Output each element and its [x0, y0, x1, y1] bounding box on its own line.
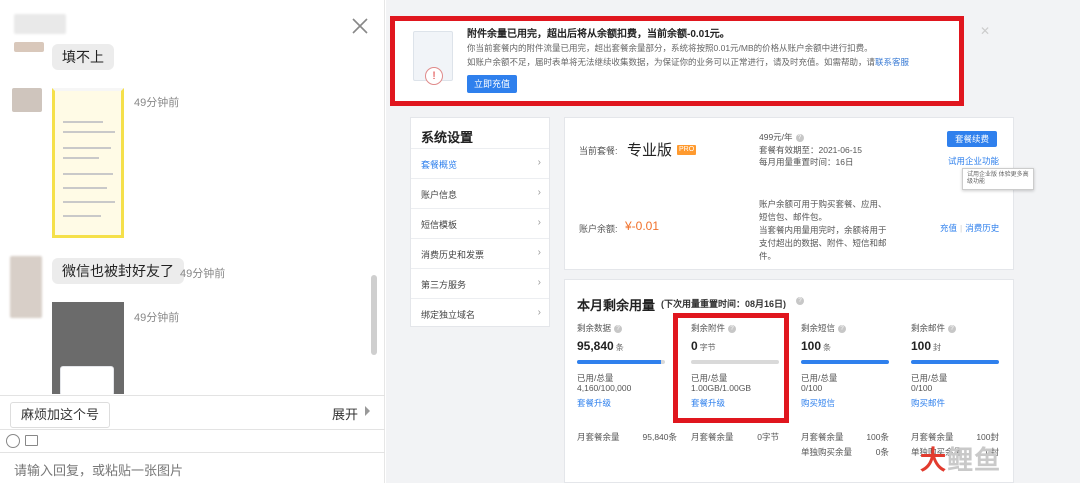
expand-button[interactable]: 展开 — [332, 404, 358, 423]
attachment-quota-notice: ! 附件余量已用完，超出后将从余额扣费，当前余额-0.01元。 你当前套餐内的附… — [390, 16, 964, 106]
notice-text: 如账户余额不足，届时表单将无法继续收集数据，为保证你的业务可以正常进行，请及时充… — [467, 56, 909, 68]
help-icon[interactable]: ? — [796, 297, 804, 305]
plan-card: 当前套餐: 专业版 PRO 499元/年? 套餐有效期至：2021-06-15 … — [564, 117, 1014, 270]
chevron-right-icon: › — [537, 307, 541, 318]
billing-history-link[interactable]: 消费历史 — [965, 223, 999, 233]
chat-image-thumbnail[interactable] — [52, 88, 124, 238]
balance-label: 账户余额: — [579, 224, 618, 234]
menu-title: 系统设置 — [421, 130, 474, 145]
chevron-right-icon: › — [537, 247, 541, 258]
contact-name-blurred — [14, 14, 66, 34]
pro-badge: PRO — [677, 145, 697, 155]
trial-tooltip: 试用企业版 体验更多高级功能 — [962, 168, 1034, 190]
close-icon[interactable]: ✕ — [980, 24, 990, 38]
menu-item-domain[interactable]: 绑定独立域名 › — [411, 298, 549, 328]
emoji-icon[interactable] — [6, 434, 20, 448]
balance-description: 账户余额可用于购买套餐、应用、 短信包、邮件包。 当套餐内用量用完时，余额将用于 支付… — [759, 199, 887, 261]
chat-bubble: 微信也被封好友了 — [52, 258, 184, 284]
metric-label: 剩余短信? — [801, 322, 847, 334]
scrollbar[interactable] — [371, 275, 377, 355]
avatar — [10, 256, 42, 318]
plan-reset: 每月用量重置时间：16日 — [759, 157, 854, 167]
chevron-right-icon: › — [537, 277, 541, 288]
message-time: 49分钟前 — [180, 268, 226, 280]
usage-title: 本月剩余用量 — [577, 298, 656, 313]
recharge-now-button[interactable]: 立即充值 — [467, 75, 518, 93]
contact-support-link[interactable]: 联系客服 — [875, 57, 909, 67]
message-time: 49分钟前 — [134, 97, 180, 109]
metric-value: 95,840 条 — [577, 339, 624, 353]
divider — [0, 395, 385, 396]
metric-value: 100 条 — [801, 339, 832, 353]
plan-label: 当前套餐: — [579, 146, 618, 156]
notice-title: 附件余量已用完，超出后将从余额扣费，当前余额-0.01元。 — [467, 29, 730, 40]
upgrade-plan-link[interactable]: 套餐升级 — [577, 397, 611, 409]
avatar — [14, 42, 44, 52]
trial-enterprise-link[interactable]: 试用企业功能 — [948, 155, 999, 167]
plan-expiry: 套餐有效期至：2021-06-15 — [759, 145, 862, 155]
menu-item-billing-history[interactable]: 消费历史和发票 › — [411, 238, 549, 268]
watermark-logo: 大鲤鱼 — [920, 445, 1002, 475]
image-icon[interactable] — [25, 435, 38, 446]
help-icon: ? — [838, 324, 847, 333]
settings-menu: 系统设置 套餐概览 › 账户信息 › 短信模板 › 消费历史和发票 › 第三方服务 › 绑… — [410, 117, 550, 327]
close-icon[interactable] — [348, 14, 372, 38]
balance-value: ¥-0.01 — [625, 219, 660, 233]
menu-item-account-info[interactable]: 账户信息 › — [411, 178, 549, 208]
recharge-link[interactable]: 充值 — [940, 223, 957, 233]
chevron-right-icon: › — [537, 187, 541, 198]
message-time: 49分钟前 — [134, 312, 180, 324]
balance-links: 充值 | 消费历史 — [940, 223, 1000, 233]
divider — [0, 429, 385, 430]
metric-label: 剩余数据? — [577, 322, 623, 334]
chat-panel: 填不上 49分钟前 微信也被封好友了 49分钟前 49分钟前 麻烦加这个号 展开… — [0, 0, 385, 483]
metric-progress-bar — [577, 360, 665, 364]
metric-progress-bar — [801, 360, 889, 364]
metric-value: 100 封 — [911, 339, 942, 353]
chat-bubble: 填不上 — [52, 44, 114, 70]
attachment-highlight-box — [673, 313, 789, 423]
plan-price: 499元/年? — [759, 131, 804, 143]
notice-text-part: 如账户余额不足，届时表单将无法继续收集数据，为保证你的业务可以正常进行，请及时充… — [467, 57, 876, 67]
chevron-right-icon: › — [537, 217, 541, 228]
notice-text: 你当前套餐内的附件流量已用完，超出套餐余量部分，系统将按照0.01元/MB的价格… — [467, 43, 873, 53]
buy-email-link[interactable]: 购买邮件 — [911, 397, 945, 409]
chat-image-thumbnail[interactable] — [52, 302, 124, 394]
help-button[interactable]: 麻烦加这个号 — [10, 402, 111, 428]
plan-name: 专业版 — [627, 142, 673, 159]
help-icon: ? — [795, 133, 804, 142]
renew-button[interactable]: 套餐续费 — [947, 131, 998, 147]
help-icon: ? — [614, 324, 623, 333]
metric-progress-bar — [911, 360, 999, 364]
menu-item-third-party[interactable]: 第三方服务 › — [411, 268, 549, 298]
divider — [0, 452, 385, 453]
menu-item-sms-template[interactable]: 短信模板 › — [411, 208, 549, 238]
buy-sms-link[interactable]: 购买短信 — [801, 397, 835, 409]
chevron-right-icon[interactable] — [365, 406, 370, 416]
usage-reset-time: (下次用量重置时间：08月16日) — [661, 299, 787, 309]
warning-icon: ! — [425, 67, 443, 85]
help-icon: ? — [948, 324, 957, 333]
metric-label: 剩余邮件? — [911, 322, 957, 334]
reply-input[interactable]: 请输入回复，或粘贴一张图片 — [14, 460, 183, 479]
menu-item-plan-overview[interactable]: 套餐概览 › — [411, 148, 549, 178]
avatar — [12, 88, 42, 112]
chevron-right-icon: › — [537, 157, 541, 168]
